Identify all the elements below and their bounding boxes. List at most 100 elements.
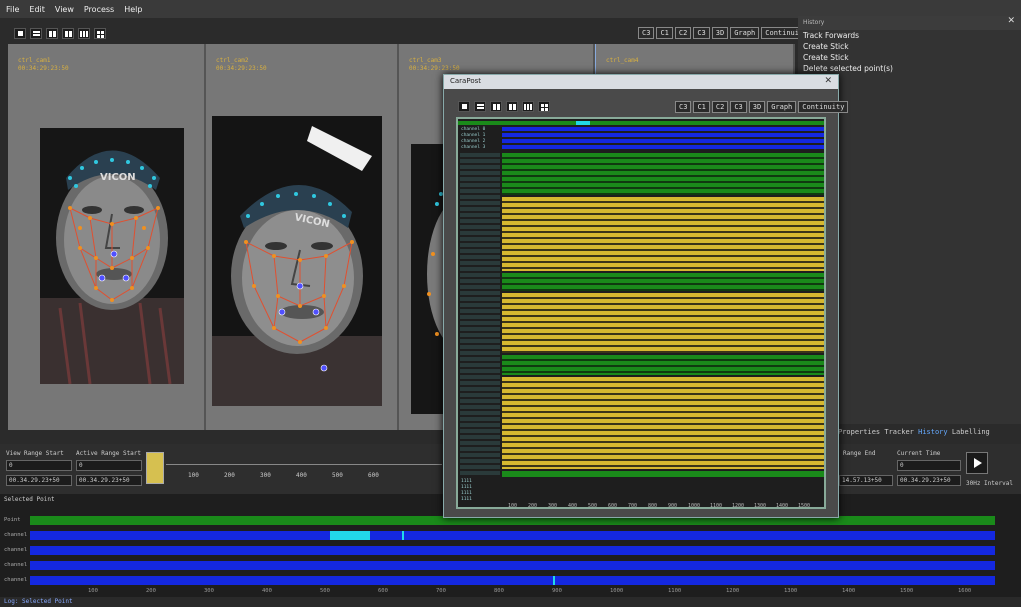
view-3d-button[interactable]: 3D [748, 101, 766, 113]
current-time-label: Current Time [897, 450, 941, 457]
layout-6-button[interactable] [94, 28, 106, 39]
menu-process[interactable]: Process [84, 5, 114, 14]
view-c3-button[interactable]: C3 [638, 27, 655, 39]
continuity-row[interactable] [502, 471, 824, 477]
window-titlebar[interactable]: CaraPost ✕ [444, 75, 838, 89]
face-capture-1: VICON [40, 128, 184, 384]
time-tick: 600 [368, 472, 379, 479]
continuity-row[interactable] [458, 121, 824, 125]
track-axis-tick: 600 [378, 588, 388, 594]
view-3d-button[interactable]: 3D [711, 27, 729, 39]
layout-3-button[interactable] [46, 28, 58, 39]
camera-pane-title: ctrl_cam3 00:34:29:23:50 [409, 57, 460, 72]
menu-file[interactable]: File [6, 5, 19, 14]
history-item[interactable]: Create Stick [798, 41, 1021, 52]
continuity-axis-tick: 1000 [688, 503, 701, 509]
track-row-channel-3[interactable] [30, 576, 995, 585]
view-c1-button[interactable]: C1 [693, 101, 710, 113]
layout-4-button[interactable] [506, 101, 518, 112]
range-end-timecode[interactable]: 14.57.13+50 [839, 475, 893, 486]
track-row-channel-2[interactable] [30, 561, 995, 570]
view-c3-button[interactable]: C3 [675, 101, 692, 113]
continuity-row[interactable] [502, 139, 824, 143]
history-item[interactable]: Create Stick [798, 52, 1021, 63]
time-tick: 400 [296, 472, 307, 479]
menu-help[interactable]: Help [124, 5, 142, 14]
track-row-channel-1[interactable] [30, 546, 995, 555]
view-c3b-button[interactable]: C3 [693, 27, 710, 39]
layout-2-button[interactable] [474, 101, 486, 112]
track-axis-tick: 300 [204, 588, 214, 594]
continuity-window[interactable]: CaraPost ✕ C3 C1 C2 C3 3D Graph Continui… [443, 74, 849, 518]
view-c3b-button[interactable]: C3 [730, 101, 747, 113]
close-icon[interactable]: ✕ [824, 76, 832, 86]
continuity-axis-tick: 500 [588, 503, 598, 509]
current-time-field[interactable]: 0 [897, 460, 961, 471]
tab-tracker[interactable]: Tracker [884, 428, 914, 436]
layout-1-button[interactable] [14, 28, 26, 39]
view-mode-toolbar: C3 C1 C2 C3 3D Graph Continuity [638, 27, 812, 39]
tab-properties[interactable]: Properties [838, 428, 880, 436]
menu-view[interactable]: View [55, 5, 74, 14]
track-row-label: Point [4, 517, 21, 523]
interval-label: 30Hz Interval [966, 480, 1013, 487]
camera-pane-title: ctrl_cam2 00:34:29:23:50 [216, 57, 267, 72]
history-item[interactable]: Delete selected point(s) [798, 63, 1021, 74]
view-continuity-button[interactable]: Continuity [798, 101, 849, 113]
range-end-label: Range End [843, 450, 876, 457]
play-icon [974, 458, 982, 468]
layout-1-button[interactable] [458, 101, 470, 112]
view-c2-button[interactable]: C2 [674, 27, 692, 39]
continuity-row-group-green[interactable] [502, 153, 824, 195]
continuity-row-label: 1111 [461, 485, 472, 490]
continuity-axis-tick: 100 [508, 503, 518, 509]
active-range-start-field[interactable]: 0 [76, 460, 142, 471]
continuity-axis-tick: 1500 [798, 503, 811, 509]
continuity-grid[interactable]: channel 0 channel 1 channel 2 channel 3 … [456, 117, 826, 509]
track-axis-tick: 1200 [726, 588, 740, 594]
continuity-row-group-yellow[interactable] [502, 293, 824, 353]
view-range-start-timecode[interactable]: 00.34.29.23+50 [6, 475, 72, 486]
continuity-row-label: channel 3 [461, 145, 486, 150]
view-graph-button[interactable]: Graph [767, 101, 797, 113]
view-c2-button[interactable]: C2 [711, 101, 729, 113]
view-graph-button[interactable]: Graph [730, 27, 760, 39]
track-row-channel-0[interactable] [30, 531, 995, 540]
continuity-row[interactable] [502, 133, 824, 137]
history-item[interactable]: Track Forwards [798, 30, 1021, 41]
layout-6-button[interactable] [538, 101, 550, 112]
camera-pane-2[interactable]: ctrl_cam2 00:34:29:23:50 VICON [206, 44, 399, 430]
camera-image-2: VICON [212, 116, 382, 406]
continuity-axis-tick: 1300 [754, 503, 767, 509]
tab-labelling[interactable]: Labelling [952, 428, 990, 436]
layout-5-button[interactable] [78, 28, 90, 39]
continuity-axis-tick: 1100 [710, 503, 723, 509]
active-range-start-timecode[interactable]: 00.34.29.23+50 [76, 475, 142, 486]
continuity-row-group-green[interactable] [502, 273, 824, 291]
track-axis-tick: 800 [494, 588, 504, 594]
layout-5-button[interactable] [522, 101, 534, 112]
layout-4-button[interactable] [62, 28, 74, 39]
camera-image-1: VICON [40, 128, 184, 384]
layout-3-button[interactable] [490, 101, 502, 112]
continuity-row[interactable] [502, 145, 824, 149]
view-c1-button[interactable]: C1 [656, 27, 673, 39]
play-button[interactable] [966, 452, 988, 474]
continuity-row-group-yellow[interactable] [502, 377, 824, 469]
current-time-timecode[interactable]: 00.34.29.23+50 [897, 475, 961, 486]
view-range-start-field[interactable]: 0 [6, 460, 72, 471]
camera-pane-title: ctrl_cam1 00:34:29:23:50 [18, 57, 69, 72]
camera-pane-1[interactable]: ctrl_cam1 00:34:29:23:50 VICON [8, 44, 206, 430]
continuity-row-group-green[interactable] [502, 355, 824, 375]
continuity-axis-tick: 200 [528, 503, 538, 509]
layout-2-button[interactable] [30, 28, 42, 39]
headset-logo-text: VICON [100, 172, 136, 183]
menu-edit[interactable]: Edit [29, 5, 45, 14]
continuity-row[interactable] [502, 127, 824, 131]
tab-history[interactable]: History [918, 428, 948, 436]
continuity-row-group-yellow[interactable] [502, 197, 824, 271]
range-start-handle[interactable] [146, 452, 164, 484]
panel-tabs: Properties Tracker History Labelling [838, 428, 990, 436]
close-icon[interactable]: ✕ [1007, 16, 1015, 26]
time-ruler[interactable] [166, 464, 442, 465]
